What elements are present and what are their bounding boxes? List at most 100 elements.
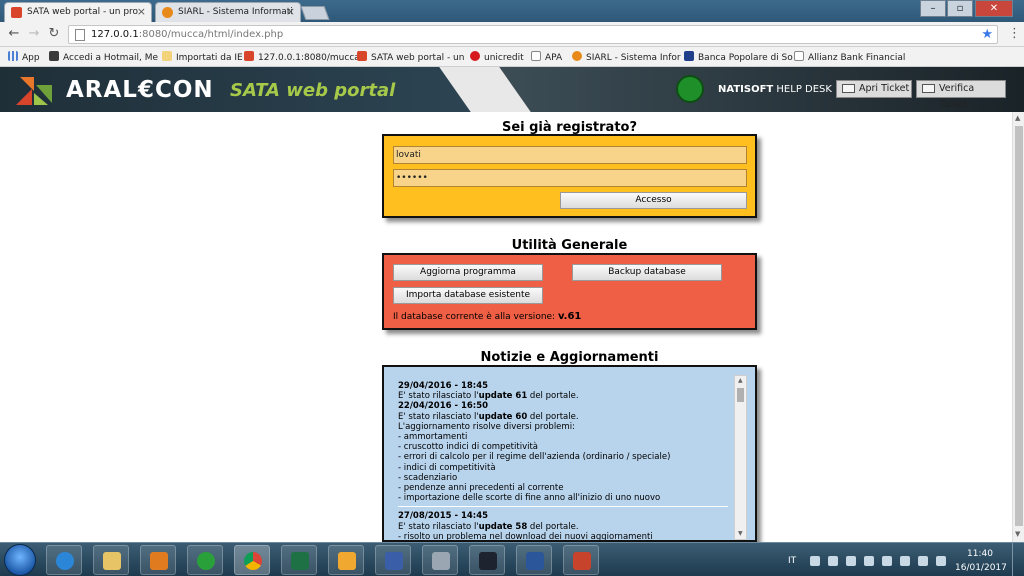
problems-intro: L'aggiornamento risolve diversi problemi… [398,421,575,432]
sata-icon [244,51,254,61]
tab-title: SATA web portal - un pro [27,7,139,17]
minimize-button[interactable]: – [920,0,946,17]
username-field[interactable]: lovati [393,146,747,164]
calculator-icon[interactable] [422,545,458,575]
language-indicator[interactable]: IT [788,556,796,566]
flag-icon[interactable] [864,556,874,566]
scroll-down-arrow-icon[interactable]: ▼ [1015,530,1020,538]
backup-database-button[interactable]: Backup database [572,264,722,281]
scroll-up-arrow-icon[interactable]: ▲ [738,377,743,384]
bookmark-apa[interactable]: APA [531,51,562,63]
import-database-button[interactable]: Importa database esistente [393,287,543,304]
media-player-icon[interactable] [140,545,176,575]
clock-time[interactable]: 11:40 [955,549,1005,559]
aralecon-logo-icon [16,77,52,105]
bookmarks-bar: App Accedi a Hotmail, Me Importati da IE… [0,47,1024,67]
news-update-tag: update 61 [478,391,528,402]
page-icon [794,51,804,61]
powerpoint-icon[interactable] [563,545,599,575]
ie-icon[interactable] [46,545,82,575]
volume-icon[interactable] [918,556,928,566]
natisoft-icon[interactable] [469,545,505,575]
news-scrollbar[interactable]: ▲ ▼ [734,375,747,540]
unicredit-icon [470,51,480,61]
password-field[interactable]: •••••• [393,169,747,187]
excel-icon[interactable] [281,545,317,575]
close-tab-icon[interactable]: × [137,5,146,18]
news-text: E' stato rilasciato l'update 61 del port… [398,391,728,401]
version-text: Il database corrente è alla versione: [393,312,558,322]
open-ticket-label: Apri Ticket [859,83,910,94]
bookmark-label: Banca Popolare di So [698,53,793,63]
reload-icon[interactable]: ↻ [46,26,62,42]
windows-taskbar: IT 11:40 16/01/2017 [0,542,1024,576]
news-list: 29/04/2016 - 18:45 E' stato rilasciato l… [398,381,728,542]
tab-title: SIARL - Sistema Informati [178,7,293,17]
bookmark-siarl[interactable]: SIARL - Sistema Infor [572,51,681,63]
tray-icon[interactable] [846,556,856,566]
network-icon[interactable] [900,556,910,566]
show-desktop-button[interactable] [1012,543,1024,576]
forward-arrow-icon[interactable]: → [26,26,42,42]
word-icon[interactable] [516,545,552,575]
chrome-menu-icon[interactable]: ⋮ [1008,26,1021,41]
scroll-up-arrow-icon[interactable]: ▲ [1015,114,1020,122]
news-scroll-thumb[interactable] [737,388,744,402]
restore-button[interactable]: ▫ [947,0,973,17]
bookmark-label: unicredit [484,53,524,63]
access-button[interactable]: Accesso [560,192,747,209]
bookmark-label: 127.0.0.1:8080/mucca [258,53,360,63]
bookmark-star-icon[interactable]: ★ [981,27,993,42]
scroll-down-arrow-icon[interactable]: ▼ [738,530,743,537]
tray-icon[interactable] [936,556,946,566]
utility-panel: Aggiorna programma Backup database Impor… [382,253,757,330]
verify-ticket-button[interactable]: Verifica Ticket [916,80,1006,110]
news-date: 29/04/2016 - 18:45 [398,381,489,391]
close-window-button[interactable]: ✕ [975,0,1013,17]
open-ticket-button[interactable]: Apri Ticket [836,80,912,98]
problem-item: - importazione delle scorte di fine anno… [398,493,661,504]
news-line: - risolto un problema nel download dei n… [398,531,653,542]
tray-icon[interactable] [828,556,838,566]
outlook-icon[interactable] [328,545,364,575]
page-scroll-thumb[interactable] [1015,126,1023,526]
page-scrollbar[interactable]: ▲ ▼ [1012,112,1024,542]
bookmark-unicredit[interactable]: unicredit [470,51,524,63]
address-bar[interactable]: 127.0.0.1:8080/mucca/html/index.php ★ [68,25,998,44]
bookmark-hotmail[interactable]: Accedi a Hotmail, Me [49,51,158,63]
tab-siarl[interactable]: SIARL - Sistema Informati × [155,2,301,22]
bookmark-sata-portal[interactable]: SATA web portal - un [357,51,464,63]
tray-icon[interactable] [882,556,892,566]
brand-name: ARAL€CON [66,77,214,103]
problem-item: - errori di calcolo per il regime dell'a… [398,452,671,463]
bookmark-banca-popolare[interactable]: Banca Popolare di So [684,51,793,63]
page-icon [75,29,85,41]
problem-item: - pendenze anni precedenti al corrente [398,483,564,494]
tab-sata-portal[interactable]: SATA web portal - un pro × [4,2,152,22]
close-tab-icon[interactable]: × [286,5,295,18]
virtualbox-icon[interactable] [375,545,411,575]
bookmark-ie-import[interactable]: Importati da IE [162,51,243,63]
bookmark-allianz[interactable]: Allianz Bank Financial [794,51,905,63]
explorer-icon[interactable] [93,545,129,575]
clock-date[interactable]: 16/01/2017 [955,563,1007,573]
start-button[interactable] [4,544,36,576]
back-arrow-icon[interactable]: ← [6,26,22,42]
news-text-post: del portale. [527,521,579,532]
problem-item: - cruscotto indici di competitività [398,442,538,453]
support-status-icon[interactable] [676,75,704,103]
portal-name: SATA web portal [230,80,396,101]
update-program-button[interactable]: Aggiorna programma [393,264,543,281]
green-app-icon[interactable] [187,545,223,575]
bookmark-app[interactable]: App [8,51,40,63]
browser-toolbar: ← → ↻ 127.0.0.1:8080/mucca/html/index.ph… [0,22,1024,47]
bookmark-local-mucca[interactable]: 127.0.0.1:8080/mucca [244,51,360,63]
news-update-tag: update 58 [478,521,528,532]
chrome-icon[interactable] [234,545,270,575]
new-tab-button[interactable] [300,6,330,20]
bookmark-label: Allianz Bank Financial [808,53,906,63]
site-header: ARAL€CON SATA web portal NATISOFT HELP D… [0,67,1024,112]
news-text-post: del portale. [527,391,579,402]
tray-icon[interactable] [810,556,820,566]
siarl-icon [572,51,582,61]
